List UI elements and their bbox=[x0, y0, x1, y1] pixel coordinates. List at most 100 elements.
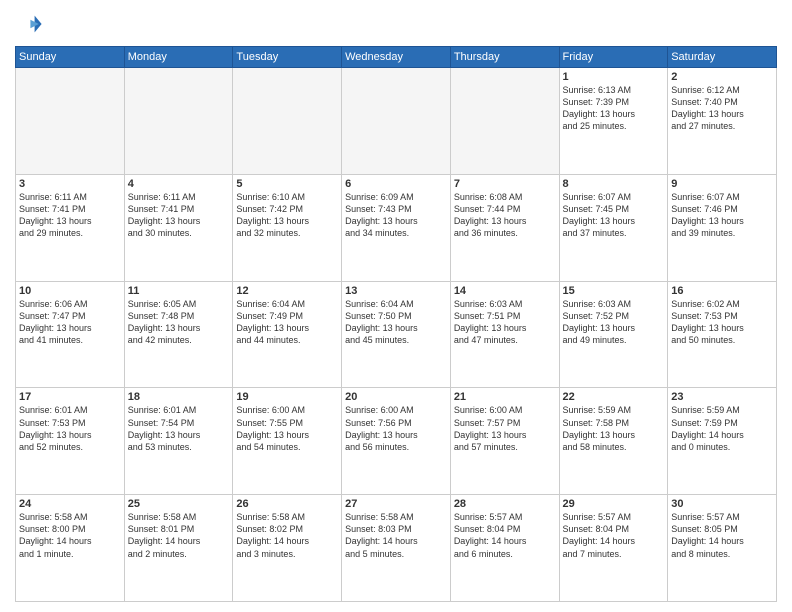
day-info: Sunrise: 6:06 AM Sunset: 7:47 PM Dayligh… bbox=[19, 298, 121, 347]
day-cell-empty-0-1 bbox=[124, 68, 233, 175]
day-cell-13: 13Sunrise: 6:04 AM Sunset: 7:50 PM Dayli… bbox=[342, 281, 451, 388]
day-number: 13 bbox=[345, 285, 447, 297]
day-number: 18 bbox=[128, 391, 230, 403]
day-cell-28: 28Sunrise: 5:57 AM Sunset: 8:04 PM Dayli… bbox=[450, 495, 559, 602]
day-cell-27: 27Sunrise: 5:58 AM Sunset: 8:03 PM Dayli… bbox=[342, 495, 451, 602]
header-cell-saturday: Saturday bbox=[668, 47, 777, 68]
day-cell-10: 10Sunrise: 6:06 AM Sunset: 7:47 PM Dayli… bbox=[16, 281, 125, 388]
page: SundayMondayTuesdayWednesdayThursdayFrid… bbox=[0, 0, 792, 612]
day-cell-30: 30Sunrise: 5:57 AM Sunset: 8:05 PM Dayli… bbox=[668, 495, 777, 602]
day-info: Sunrise: 6:02 AM Sunset: 7:53 PM Dayligh… bbox=[671, 298, 773, 347]
day-cell-empty-0-3 bbox=[342, 68, 451, 175]
day-cell-12: 12Sunrise: 6:04 AM Sunset: 7:49 PM Dayli… bbox=[233, 281, 342, 388]
day-cell-2: 2Sunrise: 6:12 AM Sunset: 7:40 PM Daylig… bbox=[668, 68, 777, 175]
day-number: 17 bbox=[19, 391, 121, 403]
day-number: 15 bbox=[563, 285, 665, 297]
day-cell-26: 26Sunrise: 5:58 AM Sunset: 8:02 PM Dayli… bbox=[233, 495, 342, 602]
day-number: 10 bbox=[19, 285, 121, 297]
day-info: Sunrise: 6:04 AM Sunset: 7:50 PM Dayligh… bbox=[345, 298, 447, 347]
day-info: Sunrise: 6:13 AM Sunset: 7:39 PM Dayligh… bbox=[563, 84, 665, 133]
day-cell-23: 23Sunrise: 5:59 AM Sunset: 7:59 PM Dayli… bbox=[668, 388, 777, 495]
day-number: 14 bbox=[454, 285, 556, 297]
calendar-table: SundayMondayTuesdayWednesdayThursdayFrid… bbox=[15, 46, 777, 602]
day-info: Sunrise: 6:11 AM Sunset: 7:41 PM Dayligh… bbox=[19, 191, 121, 240]
day-cell-17: 17Sunrise: 6:01 AM Sunset: 7:53 PM Dayli… bbox=[16, 388, 125, 495]
week-row-2: 3Sunrise: 6:11 AM Sunset: 7:41 PM Daylig… bbox=[16, 174, 777, 281]
day-info: Sunrise: 6:07 AM Sunset: 7:46 PM Dayligh… bbox=[671, 191, 773, 240]
day-number: 11 bbox=[128, 285, 230, 297]
week-row-4: 17Sunrise: 6:01 AM Sunset: 7:53 PM Dayli… bbox=[16, 388, 777, 495]
day-info: Sunrise: 5:58 AM Sunset: 8:01 PM Dayligh… bbox=[128, 511, 230, 560]
day-number: 3 bbox=[19, 178, 121, 190]
day-cell-empty-0-4 bbox=[450, 68, 559, 175]
logo bbox=[15, 10, 47, 38]
day-cell-5: 5Sunrise: 6:10 AM Sunset: 7:42 PM Daylig… bbox=[233, 174, 342, 281]
day-info: Sunrise: 6:03 AM Sunset: 7:52 PM Dayligh… bbox=[563, 298, 665, 347]
day-info: Sunrise: 5:57 AM Sunset: 8:04 PM Dayligh… bbox=[563, 511, 665, 560]
day-cell-empty-0-2 bbox=[233, 68, 342, 175]
day-info: Sunrise: 5:59 AM Sunset: 7:58 PM Dayligh… bbox=[563, 404, 665, 453]
day-cell-7: 7Sunrise: 6:08 AM Sunset: 7:44 PM Daylig… bbox=[450, 174, 559, 281]
day-number: 23 bbox=[671, 391, 773, 403]
day-cell-24: 24Sunrise: 5:58 AM Sunset: 8:00 PM Dayli… bbox=[16, 495, 125, 602]
day-info: Sunrise: 5:59 AM Sunset: 7:59 PM Dayligh… bbox=[671, 404, 773, 453]
day-number: 6 bbox=[345, 178, 447, 190]
week-row-1: 1Sunrise: 6:13 AM Sunset: 7:39 PM Daylig… bbox=[16, 68, 777, 175]
day-number: 24 bbox=[19, 498, 121, 510]
week-row-3: 10Sunrise: 6:06 AM Sunset: 7:47 PM Dayli… bbox=[16, 281, 777, 388]
header-row: SundayMondayTuesdayWednesdayThursdayFrid… bbox=[16, 47, 777, 68]
header-cell-friday: Friday bbox=[559, 47, 668, 68]
day-info: Sunrise: 6:00 AM Sunset: 7:56 PM Dayligh… bbox=[345, 404, 447, 453]
day-number: 8 bbox=[563, 178, 665, 190]
day-cell-18: 18Sunrise: 6:01 AM Sunset: 7:54 PM Dayli… bbox=[124, 388, 233, 495]
header-cell-monday: Monday bbox=[124, 47, 233, 68]
day-info: Sunrise: 6:04 AM Sunset: 7:49 PM Dayligh… bbox=[236, 298, 338, 347]
day-cell-empty-0-0 bbox=[16, 68, 125, 175]
day-info: Sunrise: 5:58 AM Sunset: 8:00 PM Dayligh… bbox=[19, 511, 121, 560]
header bbox=[15, 10, 777, 38]
day-info: Sunrise: 5:57 AM Sunset: 8:04 PM Dayligh… bbox=[454, 511, 556, 560]
day-info: Sunrise: 6:12 AM Sunset: 7:40 PM Dayligh… bbox=[671, 84, 773, 133]
header-cell-sunday: Sunday bbox=[16, 47, 125, 68]
day-info: Sunrise: 6:09 AM Sunset: 7:43 PM Dayligh… bbox=[345, 191, 447, 240]
day-number: 12 bbox=[236, 285, 338, 297]
day-cell-25: 25Sunrise: 5:58 AM Sunset: 8:01 PM Dayli… bbox=[124, 495, 233, 602]
day-number: 7 bbox=[454, 178, 556, 190]
day-cell-15: 15Sunrise: 6:03 AM Sunset: 7:52 PM Dayli… bbox=[559, 281, 668, 388]
day-number: 22 bbox=[563, 391, 665, 403]
day-cell-1: 1Sunrise: 6:13 AM Sunset: 7:39 PM Daylig… bbox=[559, 68, 668, 175]
day-cell-14: 14Sunrise: 6:03 AM Sunset: 7:51 PM Dayli… bbox=[450, 281, 559, 388]
day-number: 19 bbox=[236, 391, 338, 403]
day-number: 28 bbox=[454, 498, 556, 510]
day-number: 16 bbox=[671, 285, 773, 297]
day-cell-20: 20Sunrise: 6:00 AM Sunset: 7:56 PM Dayli… bbox=[342, 388, 451, 495]
day-cell-8: 8Sunrise: 6:07 AM Sunset: 7:45 PM Daylig… bbox=[559, 174, 668, 281]
header-cell-tuesday: Tuesday bbox=[233, 47, 342, 68]
day-cell-21: 21Sunrise: 6:00 AM Sunset: 7:57 PM Dayli… bbox=[450, 388, 559, 495]
day-info: Sunrise: 5:58 AM Sunset: 8:02 PM Dayligh… bbox=[236, 511, 338, 560]
day-cell-19: 19Sunrise: 6:00 AM Sunset: 7:55 PM Dayli… bbox=[233, 388, 342, 495]
day-info: Sunrise: 6:11 AM Sunset: 7:41 PM Dayligh… bbox=[128, 191, 230, 240]
day-number: 9 bbox=[671, 178, 773, 190]
day-info: Sunrise: 6:07 AM Sunset: 7:45 PM Dayligh… bbox=[563, 191, 665, 240]
day-number: 21 bbox=[454, 391, 556, 403]
day-info: Sunrise: 6:00 AM Sunset: 7:57 PM Dayligh… bbox=[454, 404, 556, 453]
day-info: Sunrise: 5:57 AM Sunset: 8:05 PM Dayligh… bbox=[671, 511, 773, 560]
day-number: 2 bbox=[671, 71, 773, 83]
day-info: Sunrise: 5:58 AM Sunset: 8:03 PM Dayligh… bbox=[345, 511, 447, 560]
day-number: 29 bbox=[563, 498, 665, 510]
day-number: 26 bbox=[236, 498, 338, 510]
day-cell-4: 4Sunrise: 6:11 AM Sunset: 7:41 PM Daylig… bbox=[124, 174, 233, 281]
day-number: 1 bbox=[563, 71, 665, 83]
day-cell-22: 22Sunrise: 5:59 AM Sunset: 7:58 PM Dayli… bbox=[559, 388, 668, 495]
day-cell-16: 16Sunrise: 6:02 AM Sunset: 7:53 PM Dayli… bbox=[668, 281, 777, 388]
day-cell-6: 6Sunrise: 6:09 AM Sunset: 7:43 PM Daylig… bbox=[342, 174, 451, 281]
day-info: Sunrise: 6:01 AM Sunset: 7:53 PM Dayligh… bbox=[19, 404, 121, 453]
day-info: Sunrise: 6:05 AM Sunset: 7:48 PM Dayligh… bbox=[128, 298, 230, 347]
week-row-5: 24Sunrise: 5:58 AM Sunset: 8:00 PM Dayli… bbox=[16, 495, 777, 602]
day-number: 4 bbox=[128, 178, 230, 190]
day-info: Sunrise: 6:08 AM Sunset: 7:44 PM Dayligh… bbox=[454, 191, 556, 240]
day-info: Sunrise: 6:03 AM Sunset: 7:51 PM Dayligh… bbox=[454, 298, 556, 347]
header-cell-wednesday: Wednesday bbox=[342, 47, 451, 68]
day-info: Sunrise: 6:10 AM Sunset: 7:42 PM Dayligh… bbox=[236, 191, 338, 240]
